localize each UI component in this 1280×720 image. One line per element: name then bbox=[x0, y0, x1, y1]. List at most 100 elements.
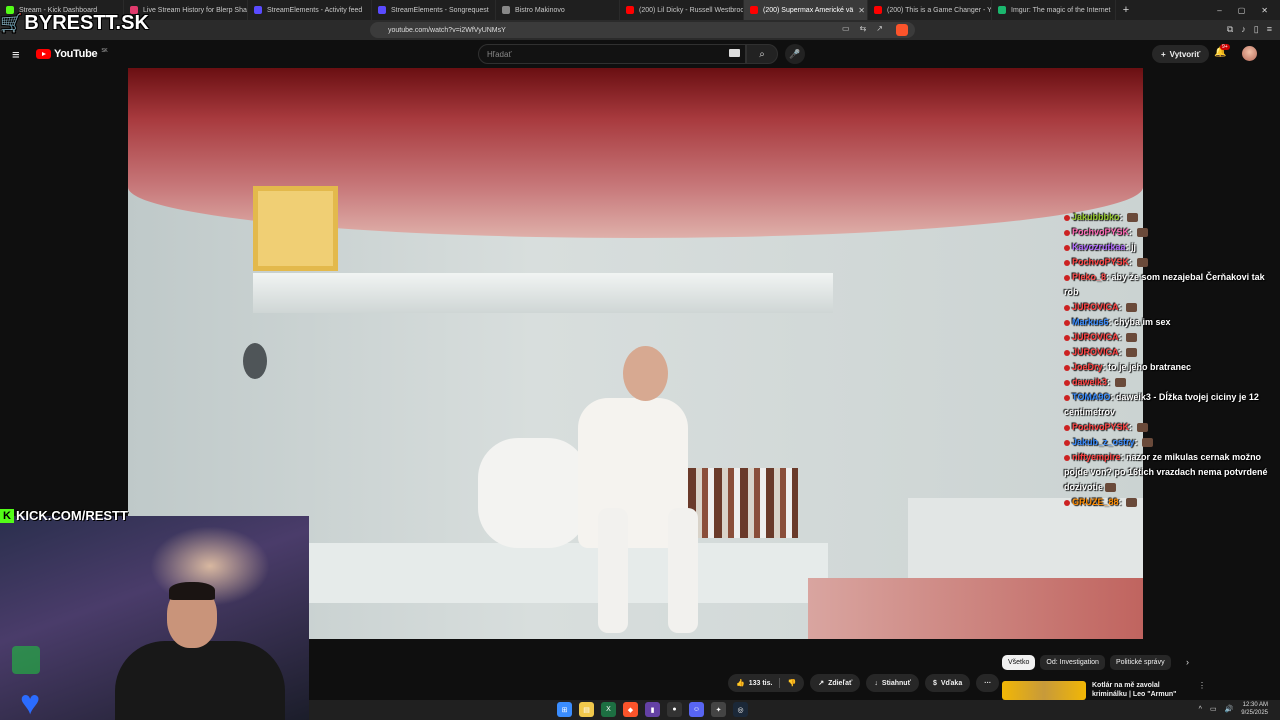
music-icon[interactable]: ♪ bbox=[1241, 24, 1246, 35]
cast-icon[interactable]: ▭ bbox=[842, 24, 850, 33]
discord-icon[interactable]: ☺ bbox=[689, 702, 704, 717]
hamburger-icon[interactable]: ≡ bbox=[12, 47, 20, 62]
chat-text: jj bbox=[1131, 242, 1137, 252]
close-tab-icon[interactable]: ✕ bbox=[858, 6, 865, 15]
chat-message: Pleko_8: aby že som nezajebal Čerňakovi … bbox=[1064, 272, 1265, 297]
chat-message: PochvoPYSK: bbox=[1064, 255, 1278, 270]
brave-icon[interactable]: ◆ bbox=[623, 702, 638, 717]
system-tray: ^ ▭ 🔊 12:30 AM 9/25/2025 bbox=[1199, 701, 1268, 717]
browser-tab[interactable]: Bistro Makinovo bbox=[496, 0, 620, 20]
thumbs-up-icon[interactable]: 👍 bbox=[736, 679, 745, 687]
youtube-logo[interactable]: YouTube SK bbox=[36, 48, 108, 60]
chat-emote-icon bbox=[1142, 438, 1154, 448]
chat-badge-icon bbox=[1064, 274, 1070, 281]
video-scene-person-head bbox=[623, 346, 668, 401]
taskbar-apps: ⊞ ▤ X ◆ ▮ ● ☺ ✦ ◎ bbox=[557, 702, 748, 717]
video-scene-bench bbox=[308, 543, 828, 603]
thanks-button[interactable]: $ Vďaka bbox=[924, 674, 971, 692]
chat-emote-icon bbox=[1126, 333, 1138, 343]
share-page-icon[interactable]: ↗ bbox=[876, 24, 883, 33]
tab-title: Live Stream History for Blerp Shares bbox=[143, 6, 248, 14]
brave-shield-icon[interactable] bbox=[896, 24, 908, 36]
recommended-title[interactable]: Kotlár na mě zavolal kriminálku | Leo "A… bbox=[1092, 681, 1192, 700]
browser-tab-bar: Stream - Kick Dashboard Live Stream Histo… bbox=[0, 0, 1280, 20]
app-icon[interactable]: ✦ bbox=[711, 702, 726, 717]
browser-tab[interactable]: StreamElements - Activity feed bbox=[248, 0, 372, 20]
recommended-video[interactable]: Kotlár na mě zavolal kriminálku | Leo "A… bbox=[1002, 681, 1206, 700]
like-dislike-group: 👍 133 tis. 👎 bbox=[728, 674, 805, 692]
video-scene-pillow bbox=[478, 438, 588, 548]
microphone-icon: 🎤 bbox=[789, 48, 801, 59]
more-actions-button[interactable]: ··· bbox=[976, 674, 1000, 692]
recommended-thumbnail[interactable] bbox=[1002, 681, 1086, 700]
chat-badge-icon bbox=[1064, 334, 1070, 341]
search-input[interactable]: Hľadať bbox=[478, 44, 746, 64]
download-button[interactable]: ↓ Stiahnuť bbox=[866, 674, 919, 692]
video-scene-picture bbox=[253, 186, 338, 271]
chat-username: daweik3 bbox=[1072, 377, 1108, 387]
chat-username: PochvoPYSK bbox=[1072, 257, 1130, 267]
steam-icon[interactable]: ◎ bbox=[733, 702, 748, 717]
url-field[interactable]: youtube.com/watch?v=i2WfVyUNMsY bbox=[370, 22, 915, 38]
chevron-right-icon[interactable]: › bbox=[1186, 657, 1189, 667]
sidebar-icon[interactable]: ▯ bbox=[1254, 24, 1259, 35]
chat-username: Kavozrutkaa bbox=[1072, 242, 1126, 252]
extension-icon[interactable]: ⧉ bbox=[1227, 24, 1233, 35]
heart-icon: ♥ bbox=[20, 684, 41, 720]
chat-text: to je jeho bratranec bbox=[1108, 362, 1192, 372]
video-scene-legs bbox=[598, 508, 738, 633]
volume-icon[interactable]: 🔊 bbox=[1225, 705, 1234, 713]
share-button[interactable]: ↗ Zdieľať bbox=[810, 674, 861, 692]
chat-badge-icon bbox=[1064, 364, 1070, 371]
browser-tab[interactable]: Imgur: The magic of the Internet bbox=[992, 0, 1116, 20]
chat-badge-icon bbox=[1064, 214, 1070, 221]
create-button[interactable]: + Vytvoriť bbox=[1152, 45, 1210, 63]
chip-investigation[interactable]: Od: Investigation bbox=[1040, 655, 1105, 670]
chat-message: niftyempire: nazor ze mikulas cernak mož… bbox=[1064, 452, 1268, 493]
microphone-button[interactable]: 🎤 bbox=[785, 44, 805, 64]
close-window-button[interactable]: ✕ bbox=[1261, 6, 1268, 15]
network-icon[interactable]: ▭ bbox=[1210, 705, 1217, 713]
browser-tab[interactable]: StreamElements - Songrequest bbox=[372, 0, 496, 20]
chat-message: Jakubbbko: bbox=[1064, 210, 1278, 225]
new-tab-button[interactable]: + bbox=[1116, 4, 1136, 16]
chat-badge-icon bbox=[1064, 244, 1070, 251]
chat-badge-icon bbox=[1064, 439, 1070, 446]
chat-username: Jakubbbko bbox=[1072, 212, 1120, 222]
brand-text: BYRESTT.SK bbox=[24, 12, 149, 34]
browser-tab[interactable]: (200) Supermax Americké vä ✕ bbox=[744, 0, 868, 20]
menu-dots-icon[interactable]: ≡ bbox=[1267, 24, 1272, 35]
translate-icon[interactable]: ⇆ bbox=[860, 24, 867, 33]
chip-politics[interactable]: Politické správy bbox=[1109, 655, 1171, 670]
keyboard-icon[interactable] bbox=[729, 49, 740, 57]
search-icon: ⌕ bbox=[759, 48, 765, 60]
file-explorer-icon[interactable]: ▤ bbox=[579, 702, 594, 717]
more-vert-icon[interactable]: ⋮ bbox=[1198, 681, 1206, 700]
like-count[interactable]: 133 tis. bbox=[749, 680, 773, 687]
tab-favicon-icon bbox=[502, 6, 510, 14]
chat-username: Pleko_8 bbox=[1072, 272, 1107, 282]
thumbs-down-icon[interactable]: 👎 bbox=[787, 679, 796, 687]
minimize-button[interactable]: – bbox=[1217, 6, 1221, 15]
twitch-icon[interactable]: ▮ bbox=[645, 702, 660, 717]
excel-icon[interactable]: X bbox=[601, 702, 616, 717]
chat-message: PochvoPYSK: bbox=[1064, 225, 1278, 240]
browser-tab[interactable]: (200) This is a Game Changer - YouT bbox=[868, 0, 992, 20]
avatar[interactable] bbox=[1242, 46, 1257, 61]
obs-icon[interactable]: ● bbox=[667, 702, 682, 717]
url-actions: ▭ ⇆ ↗ bbox=[842, 24, 883, 33]
search-button[interactable]: ⌕ bbox=[746, 44, 778, 64]
chat-overlay: Jakubbbko: PochvoPYSK: Kavozrutkaa: jj Po… bbox=[1064, 210, 1278, 510]
maximize-button[interactable]: ▢ bbox=[1238, 6, 1246, 15]
chat-message: PochvoPYSK: bbox=[1064, 420, 1278, 435]
windows-start-icon[interactable]: ⊞ bbox=[557, 702, 572, 717]
browser-tab[interactable]: (200) Lil Dicky - Russell Westbrook Cr bbox=[620, 0, 744, 20]
chip-all[interactable]: Všetko bbox=[1002, 655, 1036, 670]
tray-arrow-icon[interactable]: ^ bbox=[1199, 706, 1202, 713]
tab-favicon-icon bbox=[750, 6, 758, 14]
video-actions: 👍 133 tis. 👎 ↗ Zdieľať ↓ Stiahnuť $ Vďak… bbox=[728, 674, 1000, 692]
chat-badge-icon bbox=[1064, 424, 1070, 431]
chat-emote-icon bbox=[1105, 483, 1117, 493]
clock[interactable]: 12:30 AM 9/25/2025 bbox=[1241, 701, 1268, 717]
notifications-button[interactable]: 🔔 9+ bbox=[1214, 44, 1230, 58]
